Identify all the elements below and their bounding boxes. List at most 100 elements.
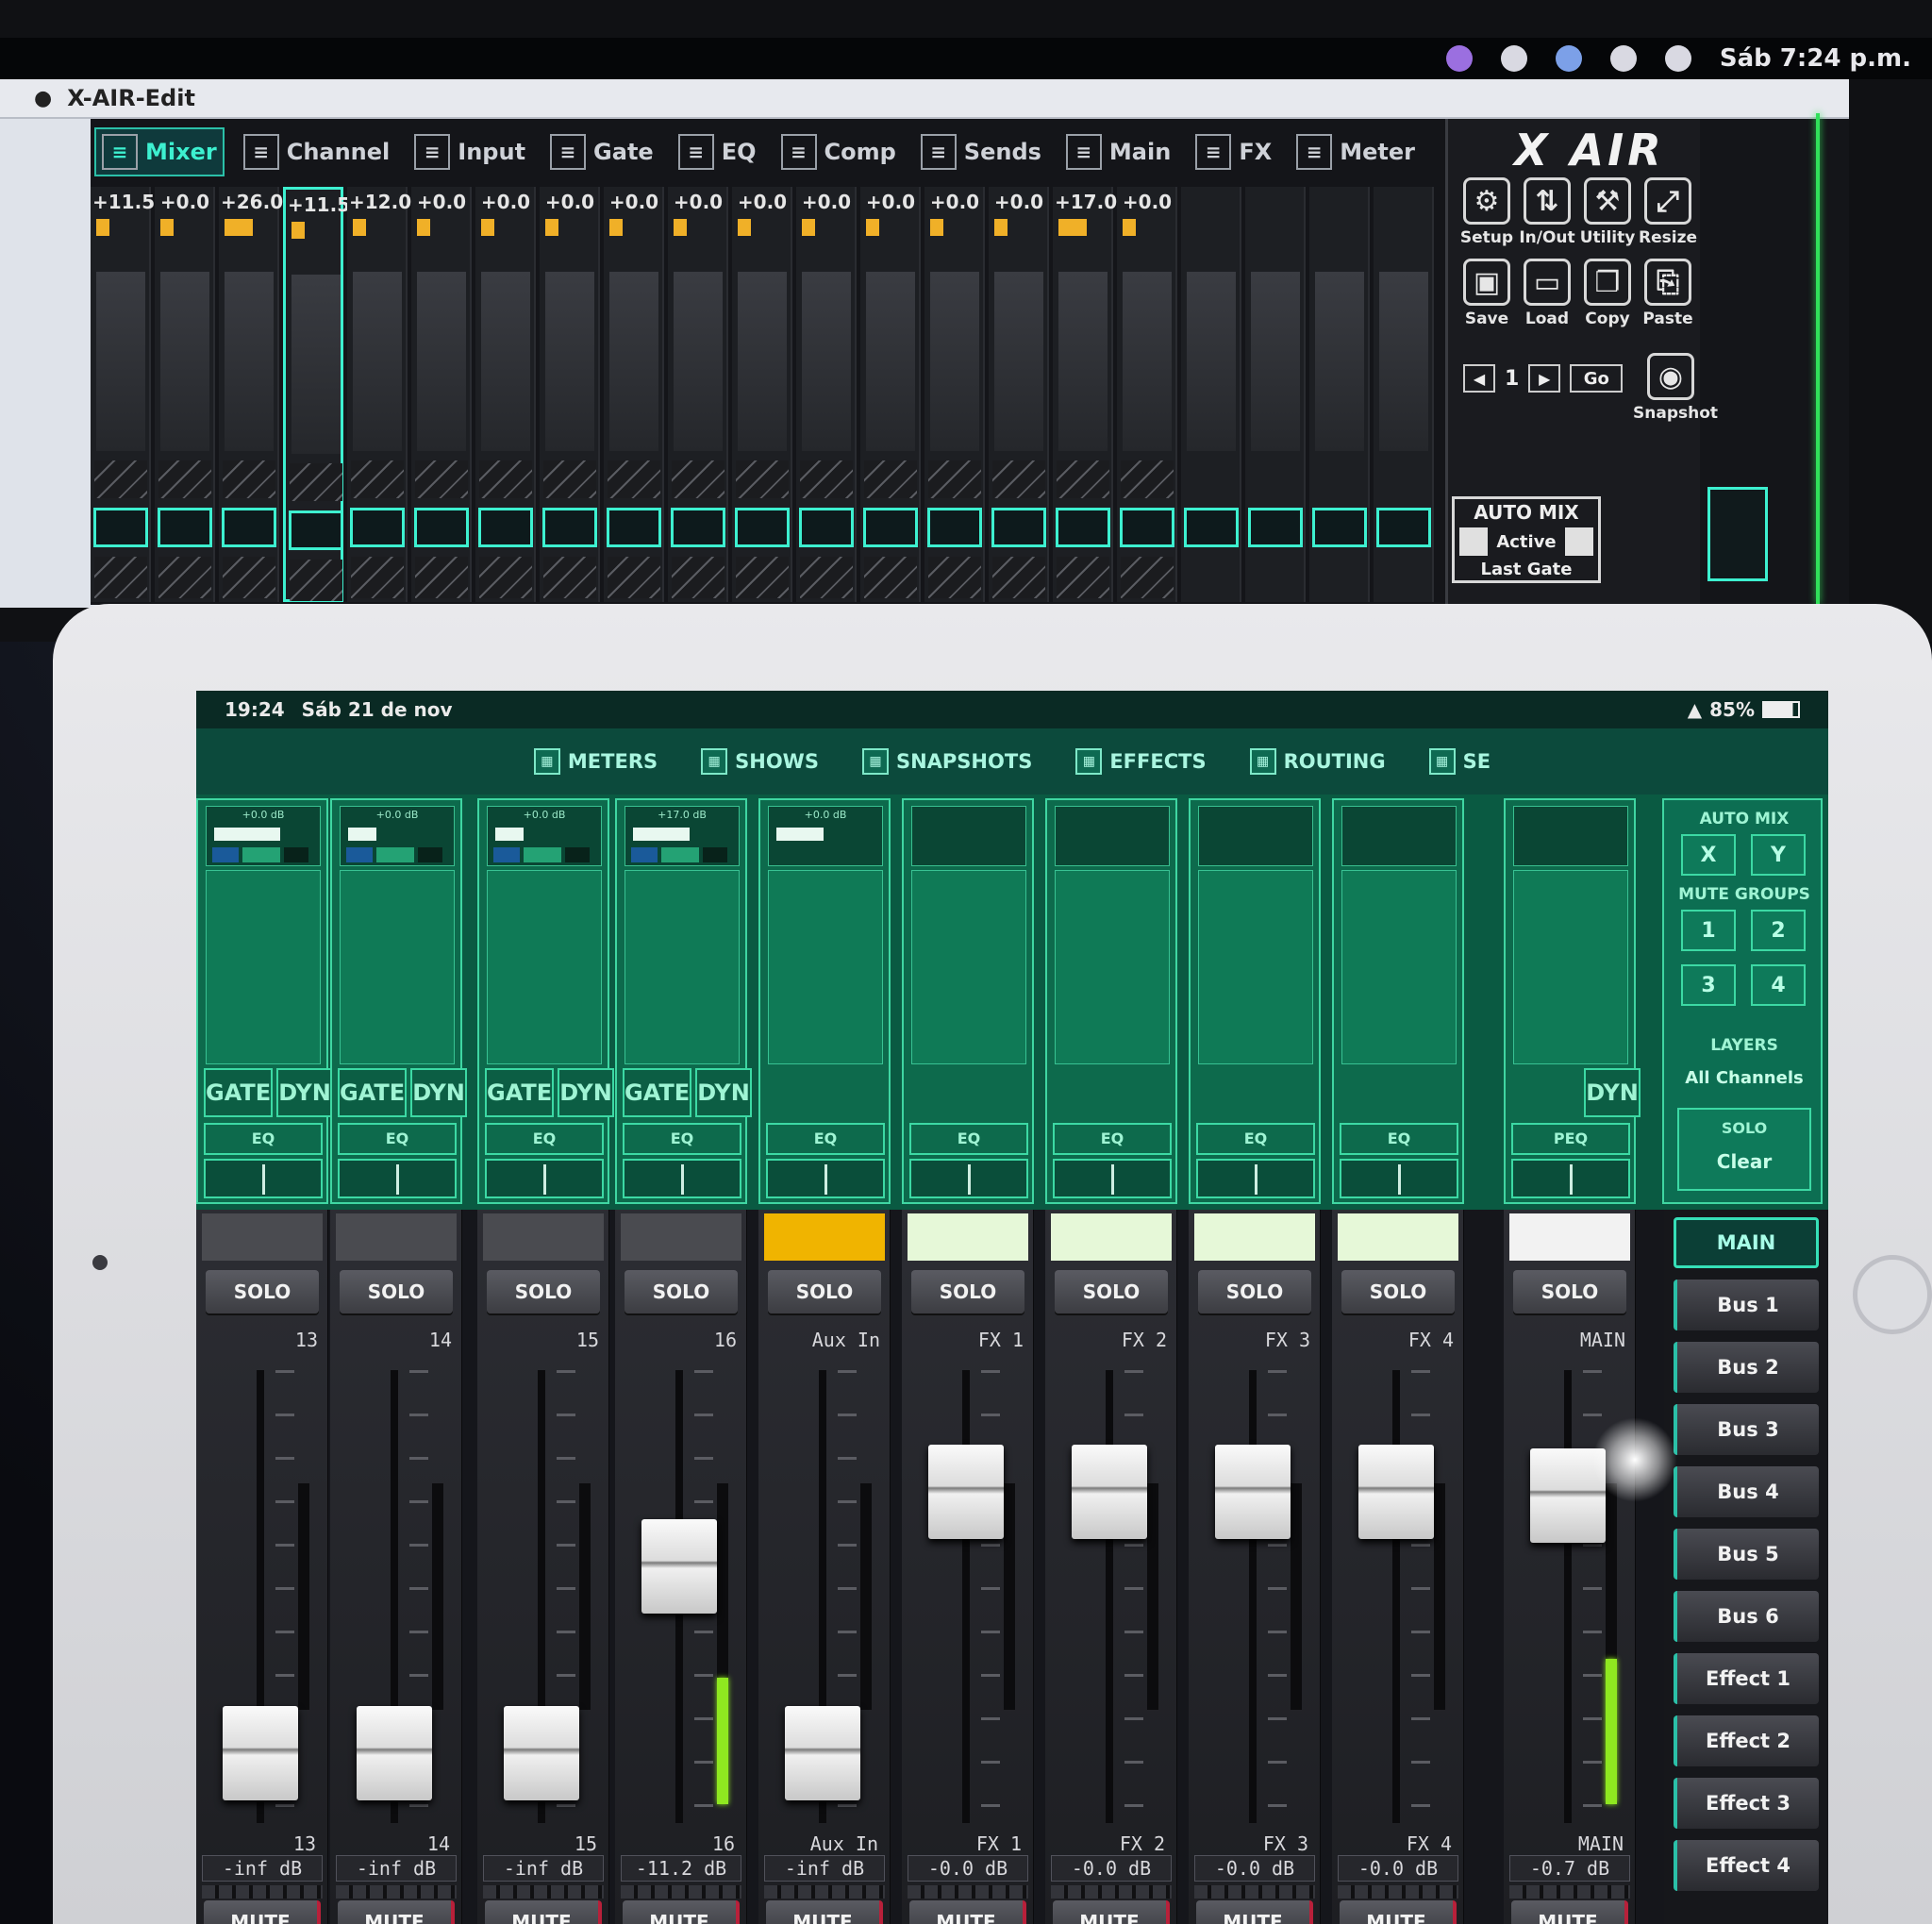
eq-curve[interactable]	[1340, 1159, 1458, 1198]
dyn-button[interactable]: DYN	[410, 1068, 467, 1117]
solo-button[interactable]: SOLO	[340, 1270, 453, 1313]
snapshot-button[interactable]: ◉ Snapshot	[1633, 353, 1718, 423]
bus-bus-1-button[interactable]: Bus 1	[1674, 1280, 1819, 1330]
channel-mute-button[interactable]	[607, 508, 661, 547]
mixer-fader[interactable]	[353, 272, 402, 451]
lowcut-toggle[interactable]	[565, 847, 590, 862]
channel-mute-button[interactable]	[927, 508, 982, 547]
ipad-home-button[interactable]	[1853, 1255, 1932, 1334]
gate-button[interactable]: GATE	[204, 1068, 274, 1117]
lowcut-toggle[interactable]	[284, 847, 308, 862]
menubar-clock[interactable]: Sáb 7:24 p.m.	[1720, 44, 1911, 73]
mute-group-1-button[interactable]: 1	[1681, 910, 1736, 951]
mixer-fader[interactable]	[802, 272, 851, 451]
mute-button[interactable]: MUTE	[766, 1900, 883, 1924]
main-mute-strip[interactable]	[1707, 487, 1768, 581]
solo-button[interactable]: SOLO	[1513, 1270, 1626, 1313]
mute-button[interactable]: MUTE	[485, 1900, 602, 1924]
mixer-channel-strip[interactable]	[1181, 187, 1241, 602]
copy-button[interactable]: ❐ Copy	[1578, 259, 1637, 328]
phase-toggle[interactable]	[493, 847, 520, 862]
solo-button[interactable]: SOLO	[625, 1270, 738, 1313]
dyn-button[interactable]: DYN	[558, 1068, 614, 1117]
mute-button[interactable]: MUTE	[623, 1900, 740, 1924]
phase-toggle[interactable]	[212, 847, 239, 862]
channel-mute-button[interactable]	[414, 508, 469, 547]
mixer-fader[interactable]	[1187, 272, 1236, 451]
mixer-fader[interactable]	[738, 272, 787, 451]
eq-curve[interactable]	[204, 1159, 323, 1198]
mute-group-4-button[interactable]: 4	[1751, 964, 1806, 1006]
bus-effect-1-button[interactable]: Effect 1	[1674, 1653, 1819, 1704]
bus-main-button[interactable]: MAIN	[1674, 1217, 1819, 1268]
dyn-button[interactable]: DYN	[695, 1068, 752, 1117]
mute-button[interactable]: MUTE	[909, 1900, 1026, 1924]
mixer-fader[interactable]	[291, 275, 341, 454]
mixer-fader[interactable]	[417, 272, 466, 451]
clock-status-icon[interactable]	[1500, 45, 1527, 72]
solo-button[interactable]: SOLO	[1341, 1270, 1455, 1313]
mixer-channel-strip[interactable]: +0.0	[668, 187, 728, 602]
fader-cap[interactable]	[1358, 1445, 1434, 1539]
tab-input[interactable]: ≡ Input	[408, 127, 531, 176]
mixer-fader[interactable]	[96, 272, 145, 451]
eq-button[interactable]: EQ	[1196, 1123, 1315, 1155]
tab-channel[interactable]: ≡ Channel	[238, 127, 396, 176]
mixer-fader[interactable]	[609, 272, 658, 451]
input-gain-box[interactable]: +0.0 dB	[768, 806, 883, 866]
tab-sends[interactable]: ≡ Sends	[915, 127, 1047, 176]
channel-mute-button[interactable]	[863, 508, 918, 547]
eq-curve[interactable]	[485, 1159, 604, 1198]
mixer-channel-strip[interactable]: +0.0	[924, 187, 985, 602]
mixer-channel-strip[interactable]: +11.5	[283, 187, 350, 602]
bus-effect-4-button[interactable]: Effect 4	[1674, 1840, 1819, 1891]
eq-button[interactable]: EQ	[909, 1123, 1028, 1155]
tab-eq[interactable]: ≡ EQ	[673, 127, 762, 176]
input-gain-box[interactable]: +17.0 dB	[625, 806, 740, 866]
mixer-channel-strip[interactable]: +11.5	[91, 187, 155, 602]
phantom-48v-toggle[interactable]	[242, 847, 280, 862]
eq-button[interactable]: EQ	[1053, 1123, 1172, 1155]
go-button[interactable]: Go	[1570, 364, 1624, 393]
mixer-channel-strip[interactable]: +0.0	[155, 187, 215, 602]
prev-snapshot-button[interactable]: ◀	[1463, 364, 1495, 393]
mixer-channel-strip[interactable]: +26.0	[219, 187, 283, 602]
eq-curve[interactable]	[1053, 1159, 1172, 1198]
bus-bus-2-button[interactable]: Bus 2	[1674, 1342, 1819, 1393]
channel-mute-button[interactable]	[289, 510, 343, 550]
fader-cap[interactable]	[785, 1706, 860, 1800]
nav-snapshots[interactable]: ▦ SNAPSHOTS	[861, 748, 1032, 775]
eq-curve[interactable]	[766, 1159, 885, 1198]
mixer-channel-strip[interactable]: +0.0	[860, 187, 921, 602]
nav-shows[interactable]: ▦ SHOWS	[701, 748, 819, 775]
bus-bus-6-button[interactable]: Bus 6	[1674, 1591, 1819, 1642]
channel-mute-button[interactable]	[158, 508, 212, 547]
mixer-fader[interactable]	[866, 272, 915, 451]
eq-curve[interactable]	[1196, 1159, 1315, 1198]
tab-fx[interactable]: ≡ FX	[1190, 127, 1277, 176]
bus-bus-3-button[interactable]: Bus 3	[1674, 1404, 1819, 1455]
siri-icon[interactable]	[1555, 45, 1582, 72]
tab-meter[interactable]: ≡ Meter	[1291, 127, 1421, 176]
fader-cap[interactable]	[1072, 1445, 1147, 1539]
mixer-channel-strip[interactable]: +0.0	[1117, 187, 1177, 602]
mixer-channel-strip[interactable]: +0.0	[540, 187, 600, 602]
bus-effect-2-button[interactable]: Effect 2	[1674, 1715, 1819, 1766]
channel-mute-button[interactable]	[1376, 508, 1431, 547]
channel-mute-button[interactable]	[93, 508, 148, 547]
channel-mute-button[interactable]	[350, 508, 405, 547]
mixer-channel-strip[interactable]: +0.0	[989, 187, 1049, 602]
bus-bus-4-button[interactable]: Bus 4	[1674, 1466, 1819, 1517]
solo-button[interactable]: SOLO	[768, 1270, 881, 1313]
tab-main[interactable]: ≡ Main	[1060, 127, 1176, 176]
gate-button[interactable]: GATE	[338, 1068, 408, 1117]
nav-se[interactable]: ▦ SE	[1428, 748, 1491, 775]
tab-mixer[interactable]: ≡ Mixer	[94, 127, 225, 176]
mixer-fader[interactable]	[930, 272, 979, 451]
channel-mute-button[interactable]	[1056, 508, 1110, 547]
fader-cap[interactable]	[1215, 1445, 1291, 1539]
lowcut-toggle[interactable]	[703, 847, 727, 862]
save-button[interactable]: ▣ Save	[1457, 259, 1516, 328]
eq-curve[interactable]	[623, 1159, 741, 1198]
nav-meters[interactable]: ▦ METERS	[533, 748, 658, 775]
